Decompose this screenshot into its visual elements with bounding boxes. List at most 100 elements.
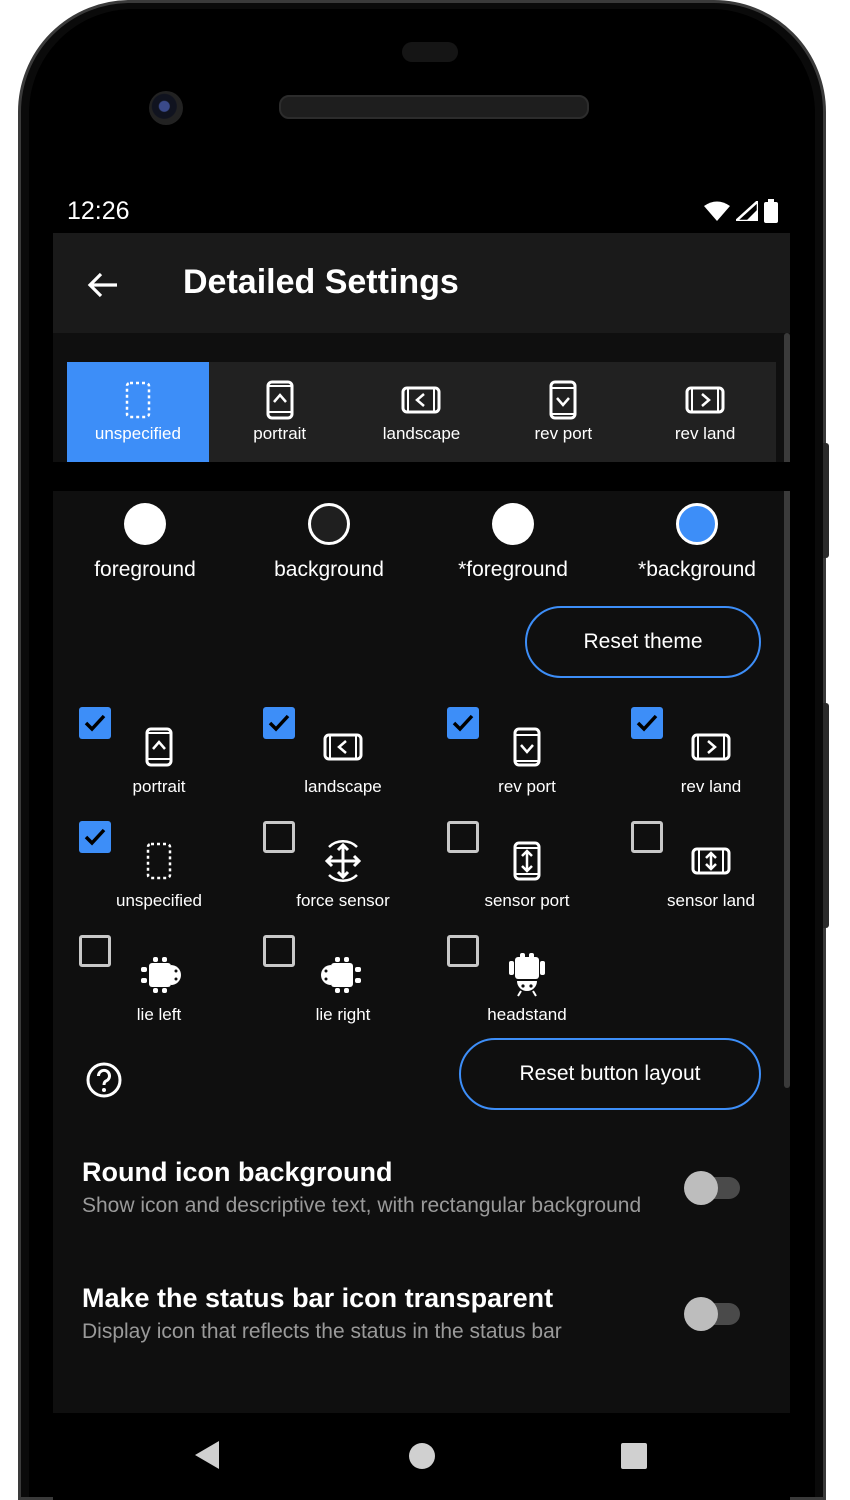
back-nav-icon[interactable] bbox=[193, 1439, 221, 1471]
tab-unspecified[interactable]: unspecified bbox=[67, 362, 209, 462]
checkbox[interactable] bbox=[79, 935, 111, 967]
check-icon bbox=[268, 714, 290, 732]
round-icon-toggle[interactable] bbox=[684, 1167, 742, 1207]
status-icons bbox=[704, 199, 778, 223]
color-swatch[interactable] bbox=[124, 503, 166, 545]
back-button[interactable] bbox=[81, 263, 125, 307]
setting-title: Make the status bar icon transparent bbox=[82, 1283, 554, 1313]
setting-transparent-status[interactable]: Make the status bar icon transparent Dis… bbox=[82, 1283, 762, 1344]
option-rev-port[interactable]: rev port bbox=[421, 707, 605, 817]
android-headstand-icon bbox=[509, 953, 545, 997]
color-alt-background[interactable]: *background bbox=[605, 503, 789, 582]
option-unspecified[interactable]: unspecified bbox=[53, 821, 237, 931]
settings-content[interactable]: unspecified portrait landscape rev port … bbox=[53, 333, 790, 1413]
signal-icon bbox=[736, 201, 758, 221]
option-landscape[interactable]: landscape bbox=[237, 707, 421, 817]
option-label: sensor port bbox=[484, 891, 570, 910]
checkbox[interactable] bbox=[79, 821, 111, 853]
orientation-tabs: unspecified portrait landscape rev port … bbox=[67, 362, 776, 462]
reset-theme-button[interactable]: Reset theme bbox=[525, 606, 761, 678]
option-label: landscape bbox=[304, 777, 382, 796]
checkbox[interactable] bbox=[631, 707, 663, 739]
home-nav-icon[interactable] bbox=[408, 1442, 436, 1470]
android-lie-right-icon bbox=[321, 957, 361, 993]
checkbox[interactable] bbox=[263, 707, 295, 739]
dotted-rect-icon bbox=[125, 381, 151, 419]
page-title: Detailed Settings bbox=[183, 263, 459, 301]
option-label: portrait bbox=[132, 777, 186, 796]
option-label: force sensor bbox=[296, 891, 390, 910]
check-icon bbox=[452, 714, 474, 732]
color-label: *background bbox=[638, 558, 756, 581]
option-lie-right[interactable]: lie right bbox=[237, 935, 421, 1045]
option-label: sensor land bbox=[667, 891, 755, 910]
proximity-sensor bbox=[402, 42, 458, 62]
checkbox[interactable] bbox=[447, 707, 479, 739]
color-background[interactable]: background bbox=[237, 503, 421, 582]
sensor-portrait-icon bbox=[513, 841, 541, 881]
recents-nav-icon[interactable] bbox=[620, 1442, 648, 1470]
color-swatch[interactable] bbox=[676, 503, 718, 545]
option-portrait[interactable]: portrait bbox=[53, 707, 237, 817]
navigation-bar bbox=[53, 1413, 790, 1500]
earpiece-speaker bbox=[279, 95, 589, 119]
wifi-icon bbox=[704, 201, 730, 221]
color-alt-foreground[interactable]: *foreground bbox=[421, 503, 605, 582]
app-bar: Detailed Settings bbox=[53, 233, 790, 333]
option-force-sensor[interactable]: force sensor bbox=[237, 821, 421, 931]
tab-landscape[interactable]: landscape bbox=[351, 362, 493, 462]
checkbox[interactable] bbox=[631, 821, 663, 853]
color-swatch[interactable] bbox=[492, 503, 534, 545]
tab-label: rev land bbox=[674, 424, 736, 443]
reset-layout-button[interactable]: Reset button layout bbox=[459, 1038, 761, 1110]
tab-portrait[interactable]: portrait bbox=[209, 362, 351, 462]
front-camera bbox=[149, 91, 183, 125]
option-label: lie right bbox=[315, 1005, 371, 1024]
color-swatch[interactable] bbox=[308, 503, 350, 545]
option-rev-land[interactable]: rev land bbox=[605, 707, 789, 817]
color-label: background bbox=[274, 558, 384, 581]
checkbox[interactable] bbox=[447, 935, 479, 967]
tab-rev-land[interactable]: rev land bbox=[634, 362, 776, 462]
landscape-phone-icon bbox=[323, 733, 363, 761]
checkbox[interactable] bbox=[263, 821, 295, 853]
tab-label: portrait bbox=[253, 424, 307, 443]
android-lie-left-icon bbox=[141, 957, 181, 993]
landscape-phone-icon bbox=[401, 386, 441, 414]
checkbox[interactable] bbox=[79, 707, 111, 739]
option-lie-left[interactable]: lie left bbox=[53, 935, 237, 1045]
toggle-thumb bbox=[684, 1171, 718, 1205]
tab-rev-port[interactable]: rev port bbox=[492, 362, 634, 462]
option-label: unspecified bbox=[115, 891, 202, 910]
help-icon[interactable] bbox=[85, 1061, 123, 1099]
portrait-phone-icon bbox=[145, 727, 173, 767]
setting-subtitle: Show icon and descriptive text, with rec… bbox=[82, 1194, 642, 1217]
color-foreground[interactable]: foreground bbox=[53, 503, 237, 582]
separator-band bbox=[53, 462, 790, 491]
option-sensor-land[interactable]: sensor land bbox=[605, 821, 789, 931]
sensor-landscape-icon bbox=[691, 847, 731, 875]
check-icon bbox=[84, 714, 106, 732]
toggle-thumb bbox=[684, 1297, 718, 1331]
reverse-portrait-icon bbox=[549, 380, 577, 420]
volume-button bbox=[823, 443, 829, 558]
checkbox[interactable] bbox=[447, 821, 479, 853]
theme-colors: foreground background *foreground *backg… bbox=[53, 503, 790, 603]
option-label: lie left bbox=[136, 1005, 182, 1024]
option-label: rev port bbox=[498, 777, 556, 796]
option-headstand[interactable]: headstand bbox=[421, 935, 605, 1045]
checkbox[interactable] bbox=[263, 935, 295, 967]
transparent-status-toggle[interactable] bbox=[684, 1293, 742, 1333]
reverse-landscape-icon bbox=[685, 386, 725, 414]
option-label: rev land bbox=[680, 777, 742, 796]
option-sensor-port[interactable]: sensor port bbox=[421, 821, 605, 931]
screen: 12:26 Detailed Settings unspecified port… bbox=[53, 185, 790, 1500]
setting-round-icon[interactable]: Round icon background Show icon and desc… bbox=[82, 1157, 762, 1218]
power-button bbox=[823, 703, 829, 928]
color-label: foreground bbox=[94, 558, 196, 581]
tab-label: rev port bbox=[534, 424, 593, 443]
dotted-rect-icon bbox=[146, 842, 172, 880]
check-icon bbox=[636, 714, 658, 732]
setting-title: Round icon background bbox=[82, 1157, 393, 1187]
setting-subtitle: Display icon that reflects the status in… bbox=[82, 1320, 562, 1343]
